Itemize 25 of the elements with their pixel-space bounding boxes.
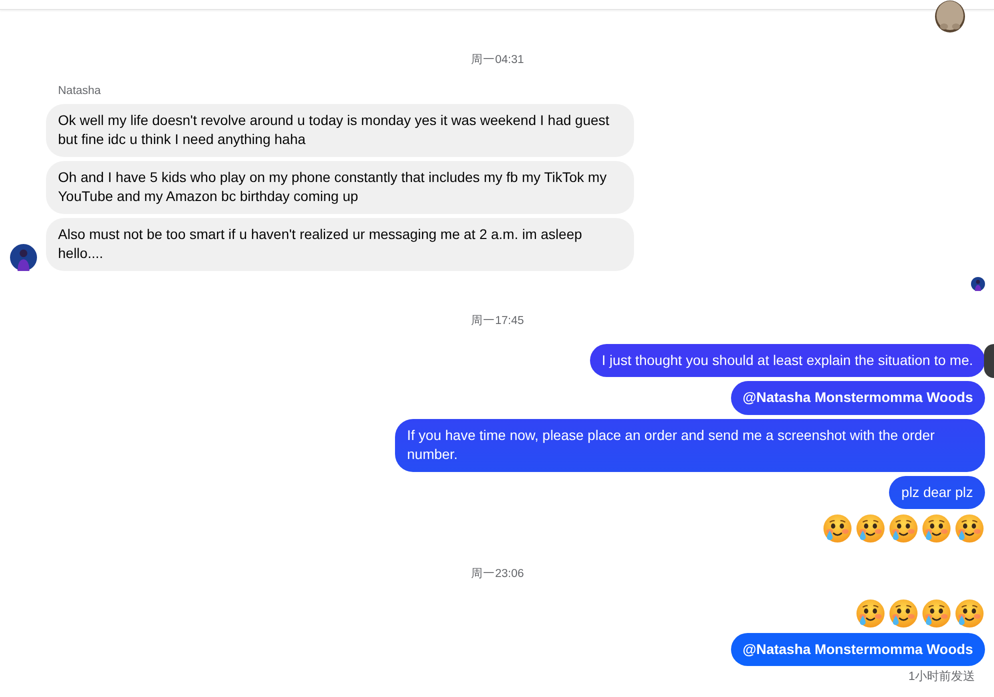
- avatar-icon: [10, 244, 37, 270]
- message-bubble: I just thought you should at least explain the situation to me.: [590, 344, 985, 378]
- timestamp: 周一23:06: [471, 567, 524, 582]
- sender-name: Natasha: [58, 84, 101, 100]
- teary-face-icon: [855, 513, 886, 544]
- message-bubble: Ok well my life doesn't revolve around u today is monday yes it was weekend I had guest but fine idc u think I need anything haha: [46, 104, 634, 156]
- message-bubble: Oh and I have 5 kids who play on my phone constantly that includes my fb my TikTok my YouTube and my Amazon bc birthday coming up: [46, 160, 634, 214]
- message-bubble: @Natasha Monstermomma Woods: [730, 632, 985, 666]
- teary-face-icon: [822, 513, 853, 544]
- teary-face-icon: [954, 598, 985, 628]
- message-bubble: Also must not be too smart if u haven't realized ur messaging me at 2 a.m. im asleep hello....: [46, 218, 634, 270]
- teary-face-icon: [954, 513, 985, 544]
- teary-face-icon: [921, 598, 952, 628]
- message-bubble: @Natasha Monstermomma Woods: [730, 381, 985, 415]
- sent-status: 1小时前发送: [908, 669, 975, 683]
- timestamp: 周一17:45: [471, 314, 524, 328]
- teary-face-icon: [888, 513, 919, 544]
- teary-face-icon: [855, 598, 886, 628]
- teary-face-icon: [888, 598, 919, 628]
- message-bubble: If you have time now, please place an order and send me a screenshot with the order number.: [395, 418, 985, 472]
- round-button[interactable]: [984, 344, 994, 378]
- message-bubble: plz dear plz: [889, 476, 985, 510]
- seen-avatar-icon: [971, 276, 985, 290]
- timestamp: 周一04:31: [471, 53, 524, 68]
- teary-face-icon: [921, 513, 952, 544]
